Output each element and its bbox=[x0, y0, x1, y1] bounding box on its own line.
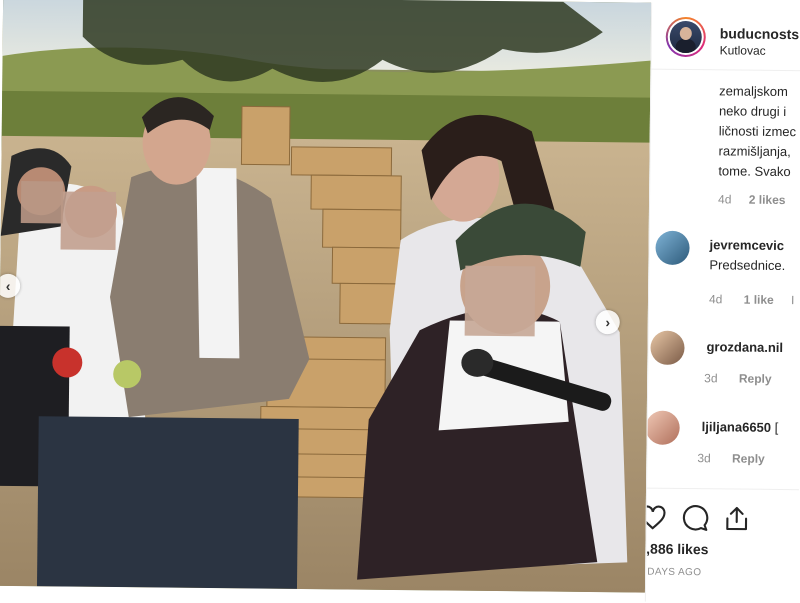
caption-line: ličnosti izmeс bbox=[718, 123, 797, 140]
comment-username: ljiljana6650 [ bbox=[702, 419, 779, 435]
caption-line: tome. Svako bbox=[718, 163, 791, 180]
post-header: buducnosts Kutlovac bbox=[651, 2, 800, 72]
post-date[interactable]: 5 DAYS AGO bbox=[645, 567, 702, 579]
instagram-post-view: ‹ › buducnosts Kutlovac zemaljskom neko … bbox=[0, 0, 800, 603]
like-button[interactable] bbox=[644, 504, 667, 532]
comment-meta: 3d Reply bbox=[704, 371, 772, 386]
caption-likes[interactable]: 2 likes bbox=[749, 193, 786, 207]
reply-button[interactable]: Reply bbox=[739, 372, 772, 386]
author-avatar[interactable] bbox=[665, 16, 706, 58]
caption-line: razmišljanja, bbox=[718, 143, 791, 160]
comment-avatar[interactable] bbox=[645, 410, 680, 445]
post-location[interactable]: Kutlovac bbox=[720, 43, 766, 57]
comment-username-link[interactable]: ljiljana6650 bbox=[702, 419, 772, 435]
share-icon bbox=[726, 506, 748, 531]
comment-likes[interactable]: 1 like bbox=[744, 293, 774, 307]
comment-meta: 4d 1 like I bbox=[709, 292, 800, 307]
author-username[interactable]: buducnosts bbox=[720, 25, 800, 42]
avatar-image bbox=[669, 20, 702, 54]
chevron-left-icon: ‹ bbox=[5, 277, 11, 294]
comment-text: [ bbox=[774, 419, 779, 435]
caption-line: neko drugi i bbox=[718, 103, 787, 120]
comment-avatar[interactable] bbox=[655, 230, 690, 266]
reply-button[interactable]: Reply bbox=[732, 451, 765, 465]
heart-icon bbox=[644, 505, 666, 530]
comment-username[interactable]: grozdana.nil bbox=[706, 339, 783, 355]
comment-icon bbox=[682, 505, 709, 531]
comment-meta-extra: I bbox=[791, 293, 795, 308]
post-sidebar: buducnosts Kutlovac zemaljskom neko drug… bbox=[644, 2, 800, 603]
comment-username[interactable]: jevremcevic bbox=[710, 237, 785, 253]
comment-age: 4d bbox=[708, 292, 723, 307]
caption-line: zemaljskom bbox=[719, 83, 788, 100]
post-actions: 2,886 likes 5 DAYS AGO bbox=[644, 487, 800, 603]
share-button[interactable] bbox=[723, 504, 751, 532]
post-caption: zemaljskom neko drugi i ličnosti izmeс r… bbox=[718, 81, 797, 210]
photo-scene bbox=[0, 0, 652, 593]
comment-meta: 3d Reply bbox=[697, 451, 765, 466]
caption-meta: 4d 2 likes bbox=[718, 189, 796, 210]
likes-count[interactable]: 2,886 likes bbox=[645, 541, 709, 558]
comment-age: 3d bbox=[697, 451, 711, 466]
carousel-next-button[interactable]: › bbox=[595, 310, 620, 335]
post-photo[interactable]: ‹ › bbox=[0, 0, 652, 593]
comment-age: 3d bbox=[704, 371, 718, 386]
comment-text: Predsednice. bbox=[709, 257, 786, 274]
comment-avatar[interactable] bbox=[650, 330, 685, 365]
chevron-right-icon: › bbox=[605, 314, 611, 331]
caption-age: 4d bbox=[717, 192, 732, 207]
comment-button[interactable] bbox=[681, 504, 709, 532]
